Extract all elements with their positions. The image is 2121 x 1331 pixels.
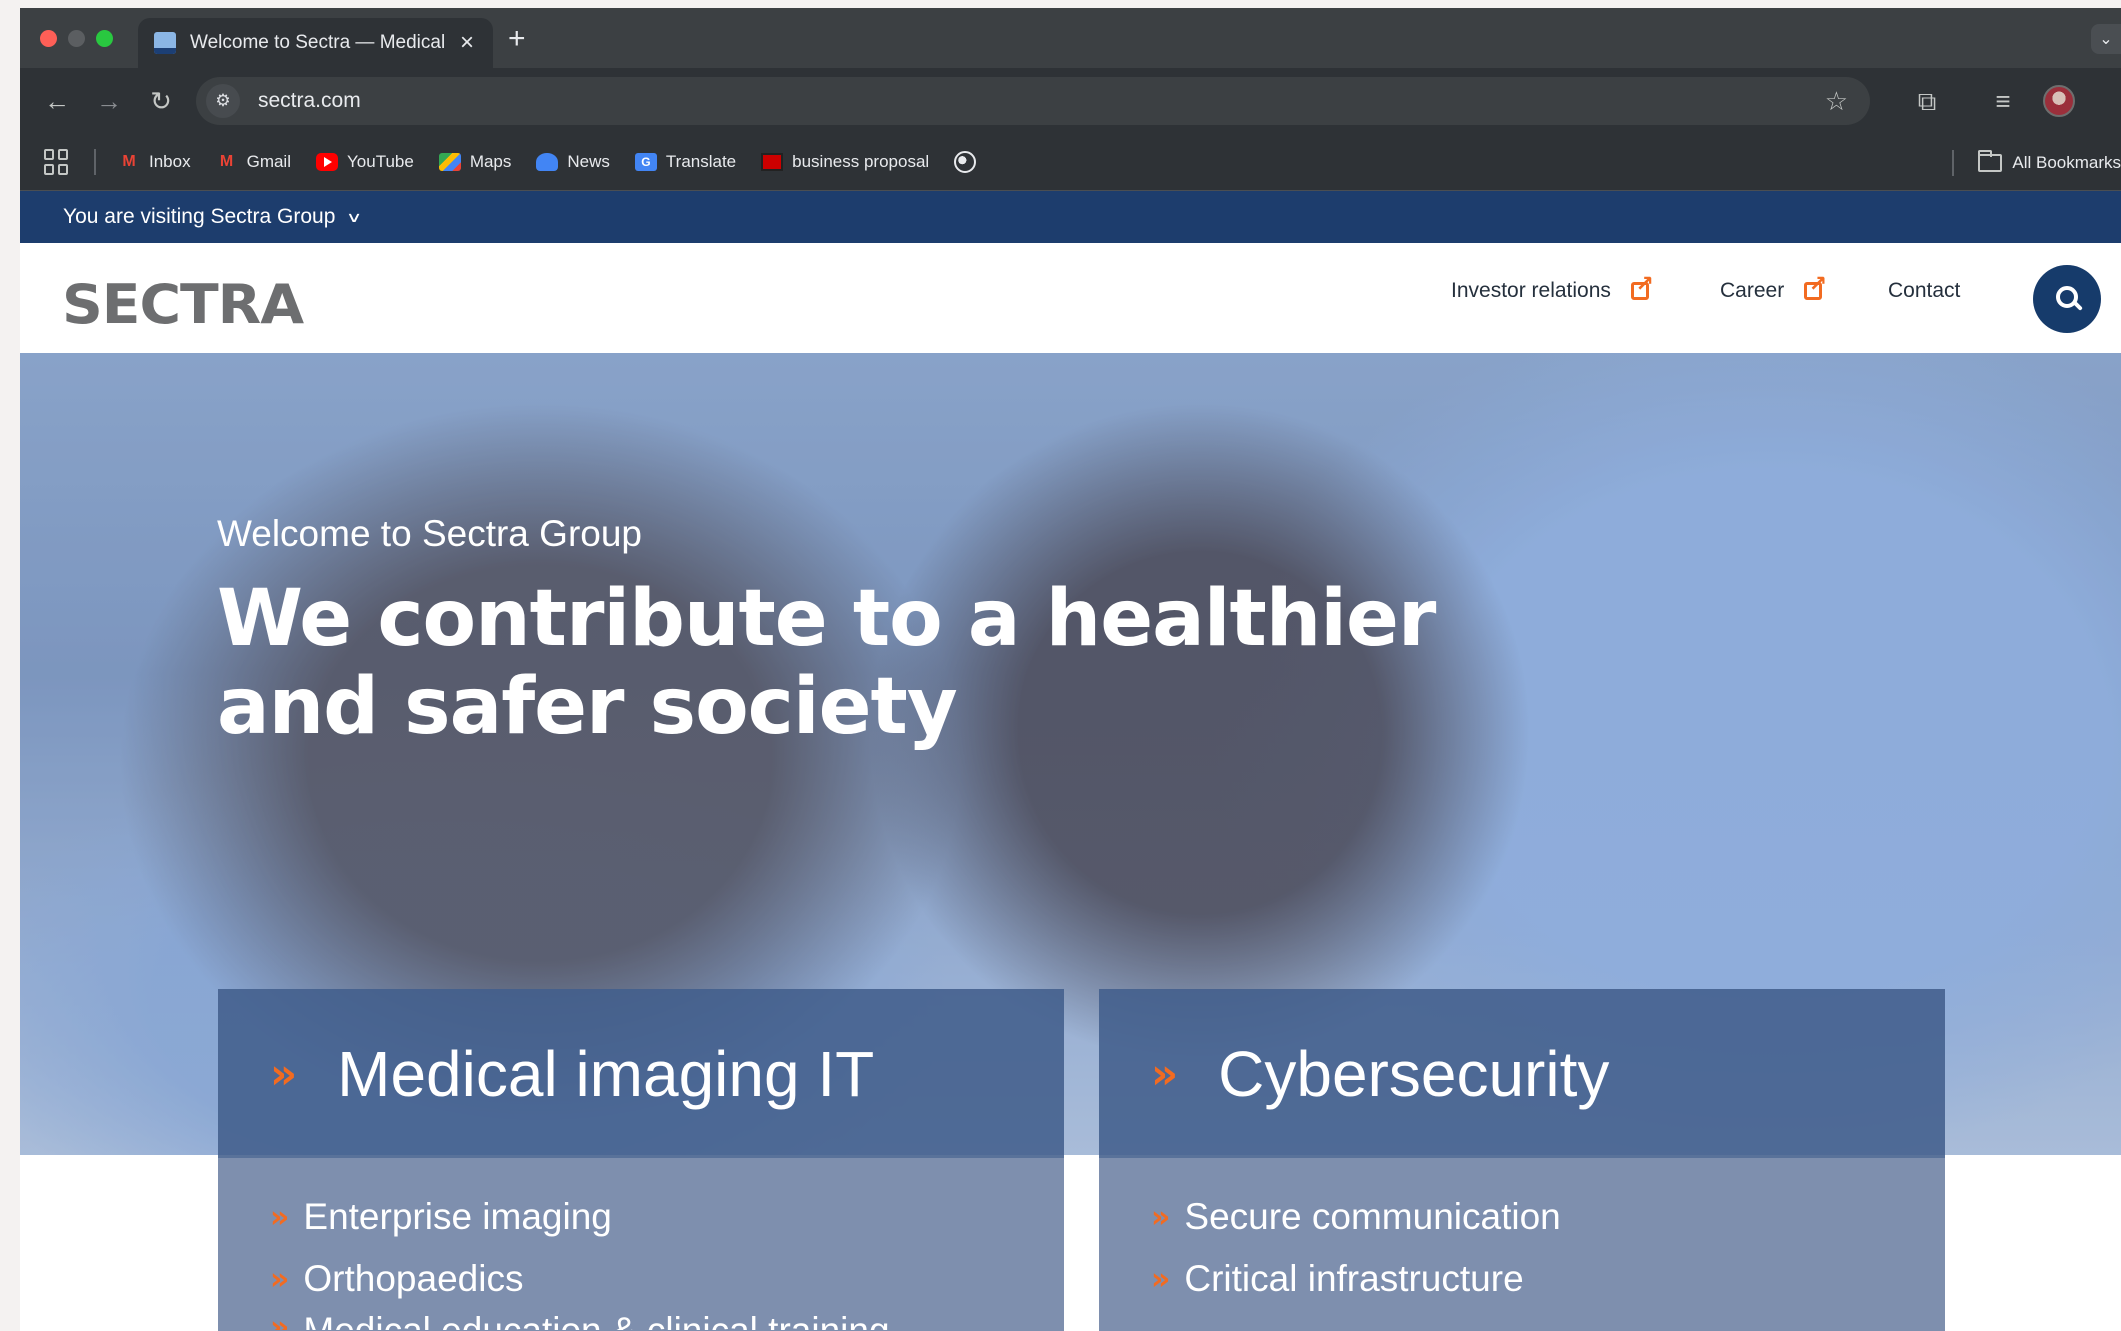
all-bookmarks-button[interactable]: All Bookmarks: [1952, 134, 2121, 191]
tab-title: Welcome to Sectra — Medical: [190, 32, 446, 53]
nav-investor-relations[interactable]: Investor relations: [1451, 271, 1654, 303]
bookmark-news[interactable]: News: [536, 152, 610, 172]
region-selector-bar[interactable]: You are visiting Sectra Group ∨: [20, 191, 2121, 243]
browser-window: Welcome to Sectra — Medical × + ⌄ ← → ↻ …: [20, 8, 2121, 1331]
region-selector-label: You are visiting Sectra Group: [63, 205, 336, 228]
card-body: » Secure communication » Critical infras…: [1099, 1158, 1945, 1331]
bookmarks-divider: [1952, 149, 1955, 176]
card-medical-imaging: » Medical imaging IT » Enterprise imagin…: [218, 989, 1064, 1331]
globe-icon: [954, 151, 977, 173]
address-bar[interactable]: ⚙ sectra.com ☆: [196, 77, 1870, 125]
gmail-icon: [216, 153, 238, 171]
bookmarks-bar: Inbox Gmail YouTube Maps News G Translat…: [20, 134, 2121, 191]
card-link-label: Orthopaedics: [303, 1258, 524, 1299]
back-arrow-icon[interactable]: ←: [42, 86, 72, 116]
card-link-label: Critical infrastructure: [1184, 1258, 1524, 1299]
card-link-label: Secure communication: [1184, 1196, 1561, 1237]
minimize-window-button[interactable]: [68, 30, 85, 47]
nav-label: Contact: [1888, 279, 1961, 302]
bookmarks-divider: [94, 149, 96, 175]
close-tab-icon[interactable]: ×: [457, 29, 477, 57]
card-link-enterprise-imaging[interactable]: » Enterprise imaging: [270, 1186, 1064, 1248]
extensions-puzzle-icon[interactable]: ⧉: [1912, 86, 1942, 116]
bookmark-gmail[interactable]: Gmail: [216, 152, 291, 172]
card-link-label: Medical education & clinical training: [303, 1310, 889, 1330]
external-link-icon: [1804, 271, 1827, 300]
youtube-icon: [316, 153, 338, 171]
card-link-label: Enterprise imaging: [303, 1196, 612, 1237]
nav-label: Investor relations: [1451, 279, 1611, 302]
site-header: SECTRA Investor relations Career Contact: [20, 243, 2121, 355]
nav-label: Career: [1720, 279, 1785, 302]
browser-tab[interactable]: Welcome to Sectra — Medical ×: [138, 18, 493, 68]
nav-contact[interactable]: Contact: [1888, 279, 1960, 303]
bookmark-label: Gmail: [246, 152, 291, 171]
close-window-button[interactable]: [40, 30, 57, 47]
sectra-logo[interactable]: SECTRA: [62, 273, 304, 336]
hero-kicker: Welcome to Sectra Group: [217, 513, 642, 554]
external-link-icon: [1630, 271, 1654, 300]
tab-search-chevron-icon[interactable]: ⌄: [2091, 24, 2121, 54]
maximize-window-button[interactable]: [96, 30, 113, 47]
bookmark-label: Maps: [469, 152, 512, 171]
card-title: Cybersecurity: [1218, 1037, 1610, 1110]
profile-avatar[interactable]: [2043, 85, 2075, 117]
nav-career[interactable]: Career: [1720, 271, 1827, 303]
maps-icon: [438, 153, 461, 171]
sectra-favicon-icon: [154, 32, 176, 54]
card-link-medical-education[interactable]: » Medical education & clinical training: [270, 1310, 1064, 1330]
site-settings-icon[interactable]: ⚙: [206, 84, 240, 118]
apps-grid-icon[interactable]: [44, 149, 70, 175]
bookmark-translate[interactable]: G Translate: [634, 152, 737, 172]
card-header-cybersecurity[interactable]: » Cybersecurity: [1099, 989, 1945, 1158]
tab-strip: Welcome to Sectra — Medical × + ⌄: [20, 8, 2121, 68]
bookmark-label: Inbox: [149, 152, 191, 171]
url-text[interactable]: sectra.com: [258, 89, 1825, 113]
browser-toolbar: ← → ↻ ⚙ sectra.com ☆ ⧉ ≡ ⋮: [20, 68, 2121, 134]
bookmark-label: Translate: [665, 152, 737, 171]
reload-icon[interactable]: ↻: [146, 86, 176, 116]
bookmark-label: News: [567, 152, 610, 171]
double-chevron-icon: »: [270, 1199, 289, 1235]
forward-arrow-icon[interactable]: →: [94, 86, 124, 116]
double-chevron-icon: »: [270, 1310, 289, 1330]
bookmark-maps[interactable]: Maps: [438, 152, 512, 172]
double-chevron-icon: »: [270, 1049, 297, 1098]
double-chevron-icon: »: [270, 1261, 289, 1297]
folder-icon: [1978, 149, 2003, 172]
all-bookmarks-label: All Bookmarks: [2012, 152, 2121, 172]
double-chevron-icon: »: [1151, 1049, 1178, 1098]
media-controls-icon[interactable]: ≡: [1988, 86, 2018, 116]
search-button[interactable]: [2033, 265, 2101, 333]
card-cybersecurity: » Cybersecurity » Secure communication »…: [1099, 989, 1945, 1331]
new-tab-button[interactable]: +: [508, 24, 526, 54]
bookmark-inbox[interactable]: Inbox: [118, 152, 191, 172]
bookmark-globe[interactable]: [954, 151, 985, 173]
bookmark-star-icon[interactable]: ☆: [1825, 86, 1848, 117]
double-chevron-icon: »: [1151, 1261, 1170, 1297]
card-link-secure-communication[interactable]: » Secure communication: [1151, 1186, 1945, 1248]
card-title: Medical imaging IT: [337, 1037, 875, 1110]
hero-title: We contribute to a healthier and safer s…: [217, 574, 1436, 752]
gmail-icon: [118, 153, 140, 171]
news-icon: [536, 153, 559, 171]
bookmark-label: business proposal: [792, 152, 930, 171]
bookmark-business-proposal[interactable]: business proposal: [761, 152, 929, 172]
business-proposal-icon: [761, 153, 784, 171]
card-link-critical-infrastructure[interactable]: » Critical infrastructure: [1151, 1248, 1945, 1310]
bookmark-label: YouTube: [347, 152, 414, 171]
double-chevron-icon: »: [1151, 1199, 1170, 1235]
translate-icon: G: [634, 153, 657, 171]
bookmark-youtube[interactable]: YouTube: [316, 152, 414, 172]
card-body: » Enterprise imaging » Orthopaedics » Me…: [218, 1158, 1064, 1331]
menu-kebab-icon[interactable]: ⋮: [2112, 86, 2121, 116]
card-link-orthopaedics[interactable]: » Orthopaedics: [270, 1248, 1064, 1310]
chevron-down-icon: ∨: [346, 208, 363, 225]
card-header-medical-imaging[interactable]: » Medical imaging IT: [218, 989, 1064, 1158]
